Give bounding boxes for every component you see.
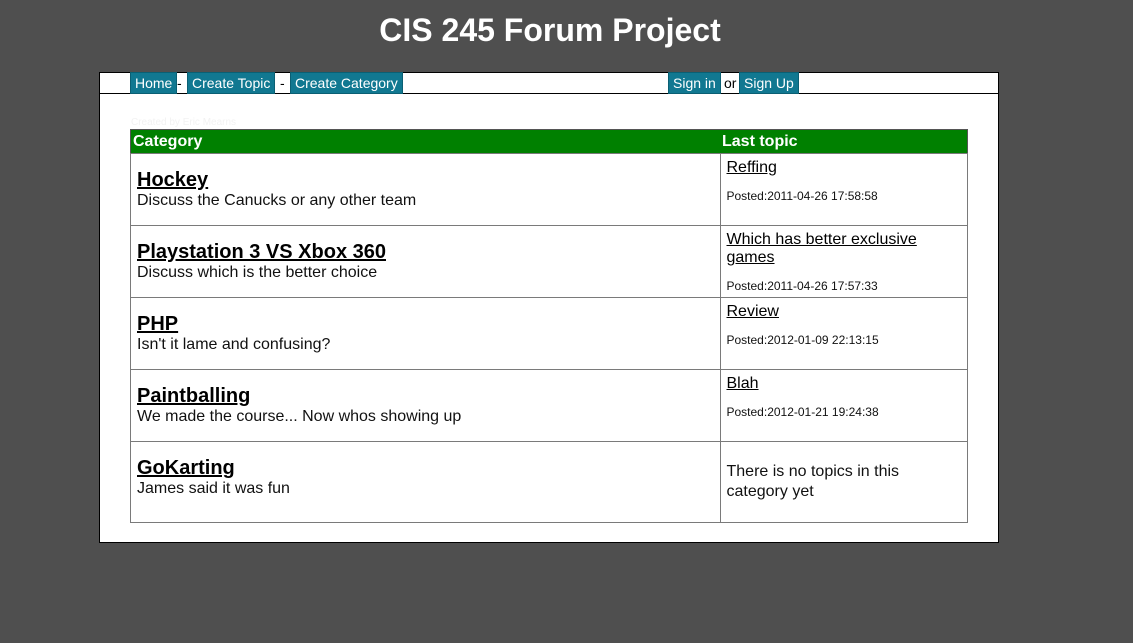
table-row: GoKarting James said it was fun There is…	[130, 441, 968, 523]
table-header-row: Category Last topic	[130, 129, 968, 154]
category-cell: Playstation 3 VS Xbox 360 Discuss which …	[130, 225, 721, 298]
create-topic-link[interactable]: Create Topic	[187, 72, 276, 94]
category-description: Discuss which is the better choice	[137, 264, 378, 281]
posted-date: Posted:2012-01-21 19:24:38	[726, 405, 879, 419]
category-description: James said it was fun	[137, 480, 290, 497]
category-cell: Paintballing We made the course... Now w…	[130, 369, 721, 442]
posted-date: Posted:2012-01-09 22:13:15	[726, 333, 879, 347]
category-cell: PHP Isn't it lame and confusing?	[130, 297, 721, 370]
posted-date: Posted:2011-04-26 17:57:33	[726, 279, 878, 293]
category-cell: GoKarting James said it was fun	[130, 441, 721, 523]
topic-link[interactable]: Which has better exclusive games	[727, 231, 962, 267]
or-text: or	[724, 75, 737, 91]
sign-up-link[interactable]: Sign Up	[739, 72, 799, 94]
last-topic-cell: There is no topics in this category yet	[719, 441, 968, 523]
category-cell: Hockey Discuss the Canucks or any other …	[130, 153, 721, 226]
last-topic-cell: Reffing Posted:2011-04-26 17:58:58	[719, 153, 968, 226]
category-link[interactable]: Hockey	[137, 169, 714, 192]
last-topic-cell: Which has better exclusive games Posted:…	[719, 225, 968, 298]
posted-date: Posted:2011-04-26 17:58:58	[726, 189, 878, 203]
category-description: Isn't it lame and confusing?	[137, 336, 331, 353]
category-link[interactable]: Playstation 3 VS Xbox 360	[137, 241, 714, 264]
topic-link[interactable]: Review	[727, 303, 962, 321]
category-link[interactable]: PHP	[137, 313, 714, 336]
category-link[interactable]: Paintballing	[137, 385, 714, 408]
no-topics-message: There is no topics in this category yet	[726, 463, 900, 500]
category-description: We made the course... Now whos showing u…	[137, 408, 462, 425]
column-header-last-topic: Last topic	[720, 129, 968, 154]
category-table: Category Last topic Hockey Discuss the C…	[130, 129, 968, 523]
category-description: Discuss the Canucks or any other team	[137, 192, 417, 209]
table-row: Paintballing We made the course... Now w…	[130, 369, 968, 442]
site-title: CIS 245 Forum Project	[379, 12, 721, 48]
sign-in-link[interactable]: Sign in	[668, 72, 721, 94]
credit-text: Created by Eric Mearns	[131, 117, 237, 128]
home-link[interactable]: Home	[130, 72, 178, 94]
create-category-link[interactable]: Create Category	[290, 72, 403, 94]
category-link[interactable]: GoKarting	[137, 457, 714, 480]
column-header-category: Category	[130, 129, 720, 154]
topic-link[interactable]: Reffing	[727, 159, 962, 177]
table-row: PHP Isn't it lame and confusing? Review …	[130, 297, 968, 370]
nav-separator: -	[177, 75, 182, 91]
last-topic-cell: Blah Posted:2012-01-21 19:24:38	[719, 369, 968, 442]
table-row: Hockey Discuss the Canucks or any other …	[130, 153, 968, 226]
content-wrapper: Home - Create Topic - Create Category Si…	[99, 72, 999, 543]
nav-separator: -	[280, 75, 285, 91]
last-topic-cell: Review Posted:2012-01-09 22:13:15	[719, 297, 968, 370]
table-row: Playstation 3 VS Xbox 360 Discuss which …	[130, 225, 968, 298]
topic-link[interactable]: Blah	[727, 375, 962, 393]
nav-menu: Home - Create Topic - Create Category Si…	[100, 72, 998, 94]
